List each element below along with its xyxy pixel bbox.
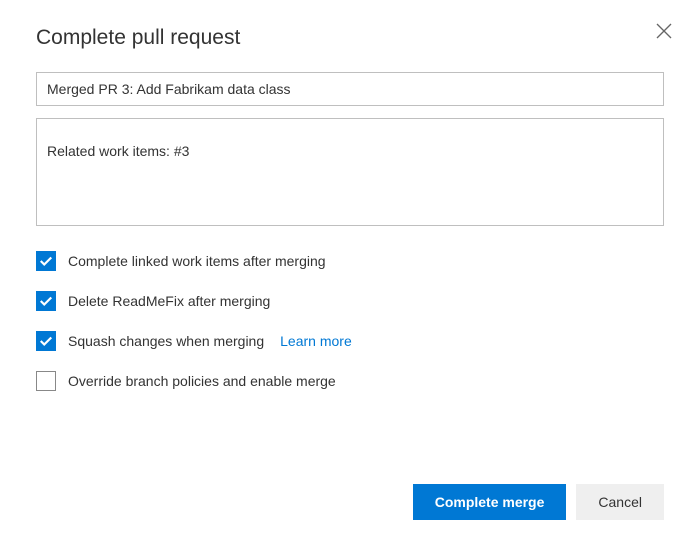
cancel-button[interactable]: Cancel	[576, 484, 664, 520]
complete-merge-button[interactable]: Complete merge	[413, 484, 567, 520]
checkbox-label: Override branch policies and enable merg…	[68, 373, 336, 389]
option-complete-work-items: Complete linked work items after merging	[36, 251, 664, 271]
option-squash: Squash changes when merging Learn more	[36, 331, 664, 351]
checkbox-label: Complete linked work items after merging	[68, 253, 326, 269]
checkbox-label: Delete ReadMeFix after merging	[68, 293, 270, 309]
checkbox-label: Squash changes when merging	[68, 333, 264, 349]
checkbox-complete-work-items[interactable]	[36, 251, 56, 271]
learn-more-link[interactable]: Learn more	[280, 333, 352, 349]
checkbox-delete-branch[interactable]	[36, 291, 56, 311]
merge-options: Complete linked work items after merging…	[36, 251, 664, 391]
checkbox-override-policies[interactable]	[36, 371, 56, 391]
dialog-title: Complete pull request	[36, 26, 664, 50]
option-override-policies: Override branch policies and enable merg…	[36, 371, 664, 391]
dialog-buttons: Complete merge Cancel	[413, 484, 664, 520]
merge-title-input[interactable]	[36, 72, 664, 106]
option-delete-branch: Delete ReadMeFix after merging	[36, 291, 664, 311]
complete-pr-dialog: Complete pull request Related work items…	[0, 0, 700, 550]
merge-description-textarea[interactable]: Related work items: #3	[36, 118, 664, 226]
close-button[interactable]	[654, 22, 674, 42]
close-icon	[656, 23, 672, 42]
checkbox-squash[interactable]	[36, 331, 56, 351]
